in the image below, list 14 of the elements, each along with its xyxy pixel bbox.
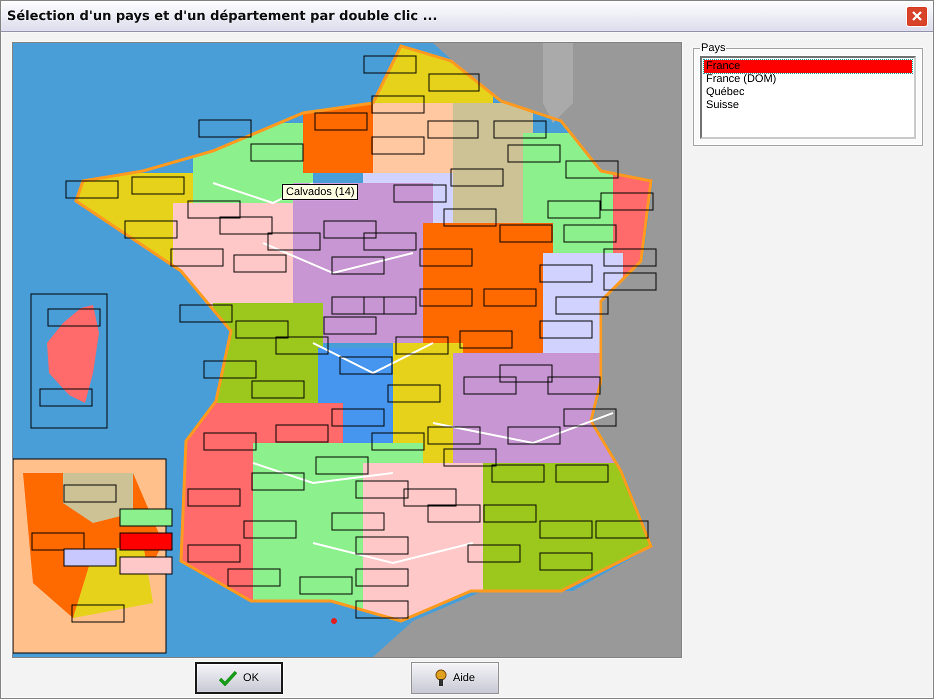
close-icon bbox=[911, 10, 923, 22]
country-item[interactable]: Québec bbox=[704, 86, 912, 99]
help-button[interactable]: Aide bbox=[411, 662, 499, 694]
group-label: Pays bbox=[700, 42, 726, 54]
close-button[interactable] bbox=[906, 6, 928, 26]
tooltip: Calvados (14) bbox=[282, 184, 358, 200]
country-item[interactable]: France (DOM) bbox=[704, 73, 912, 86]
map-drawing[interactable] bbox=[13, 43, 681, 657]
ok-button[interactable]: OK bbox=[195, 662, 283, 694]
window-title: Sélection d'un pays et d'un département par double clic ... bbox=[7, 8, 438, 24]
checkmark-icon bbox=[219, 670, 238, 686]
lightbulb-icon bbox=[434, 669, 447, 687]
country-item[interactable]: France bbox=[704, 60, 912, 73]
country-item[interactable]: Suisse bbox=[704, 99, 912, 112]
